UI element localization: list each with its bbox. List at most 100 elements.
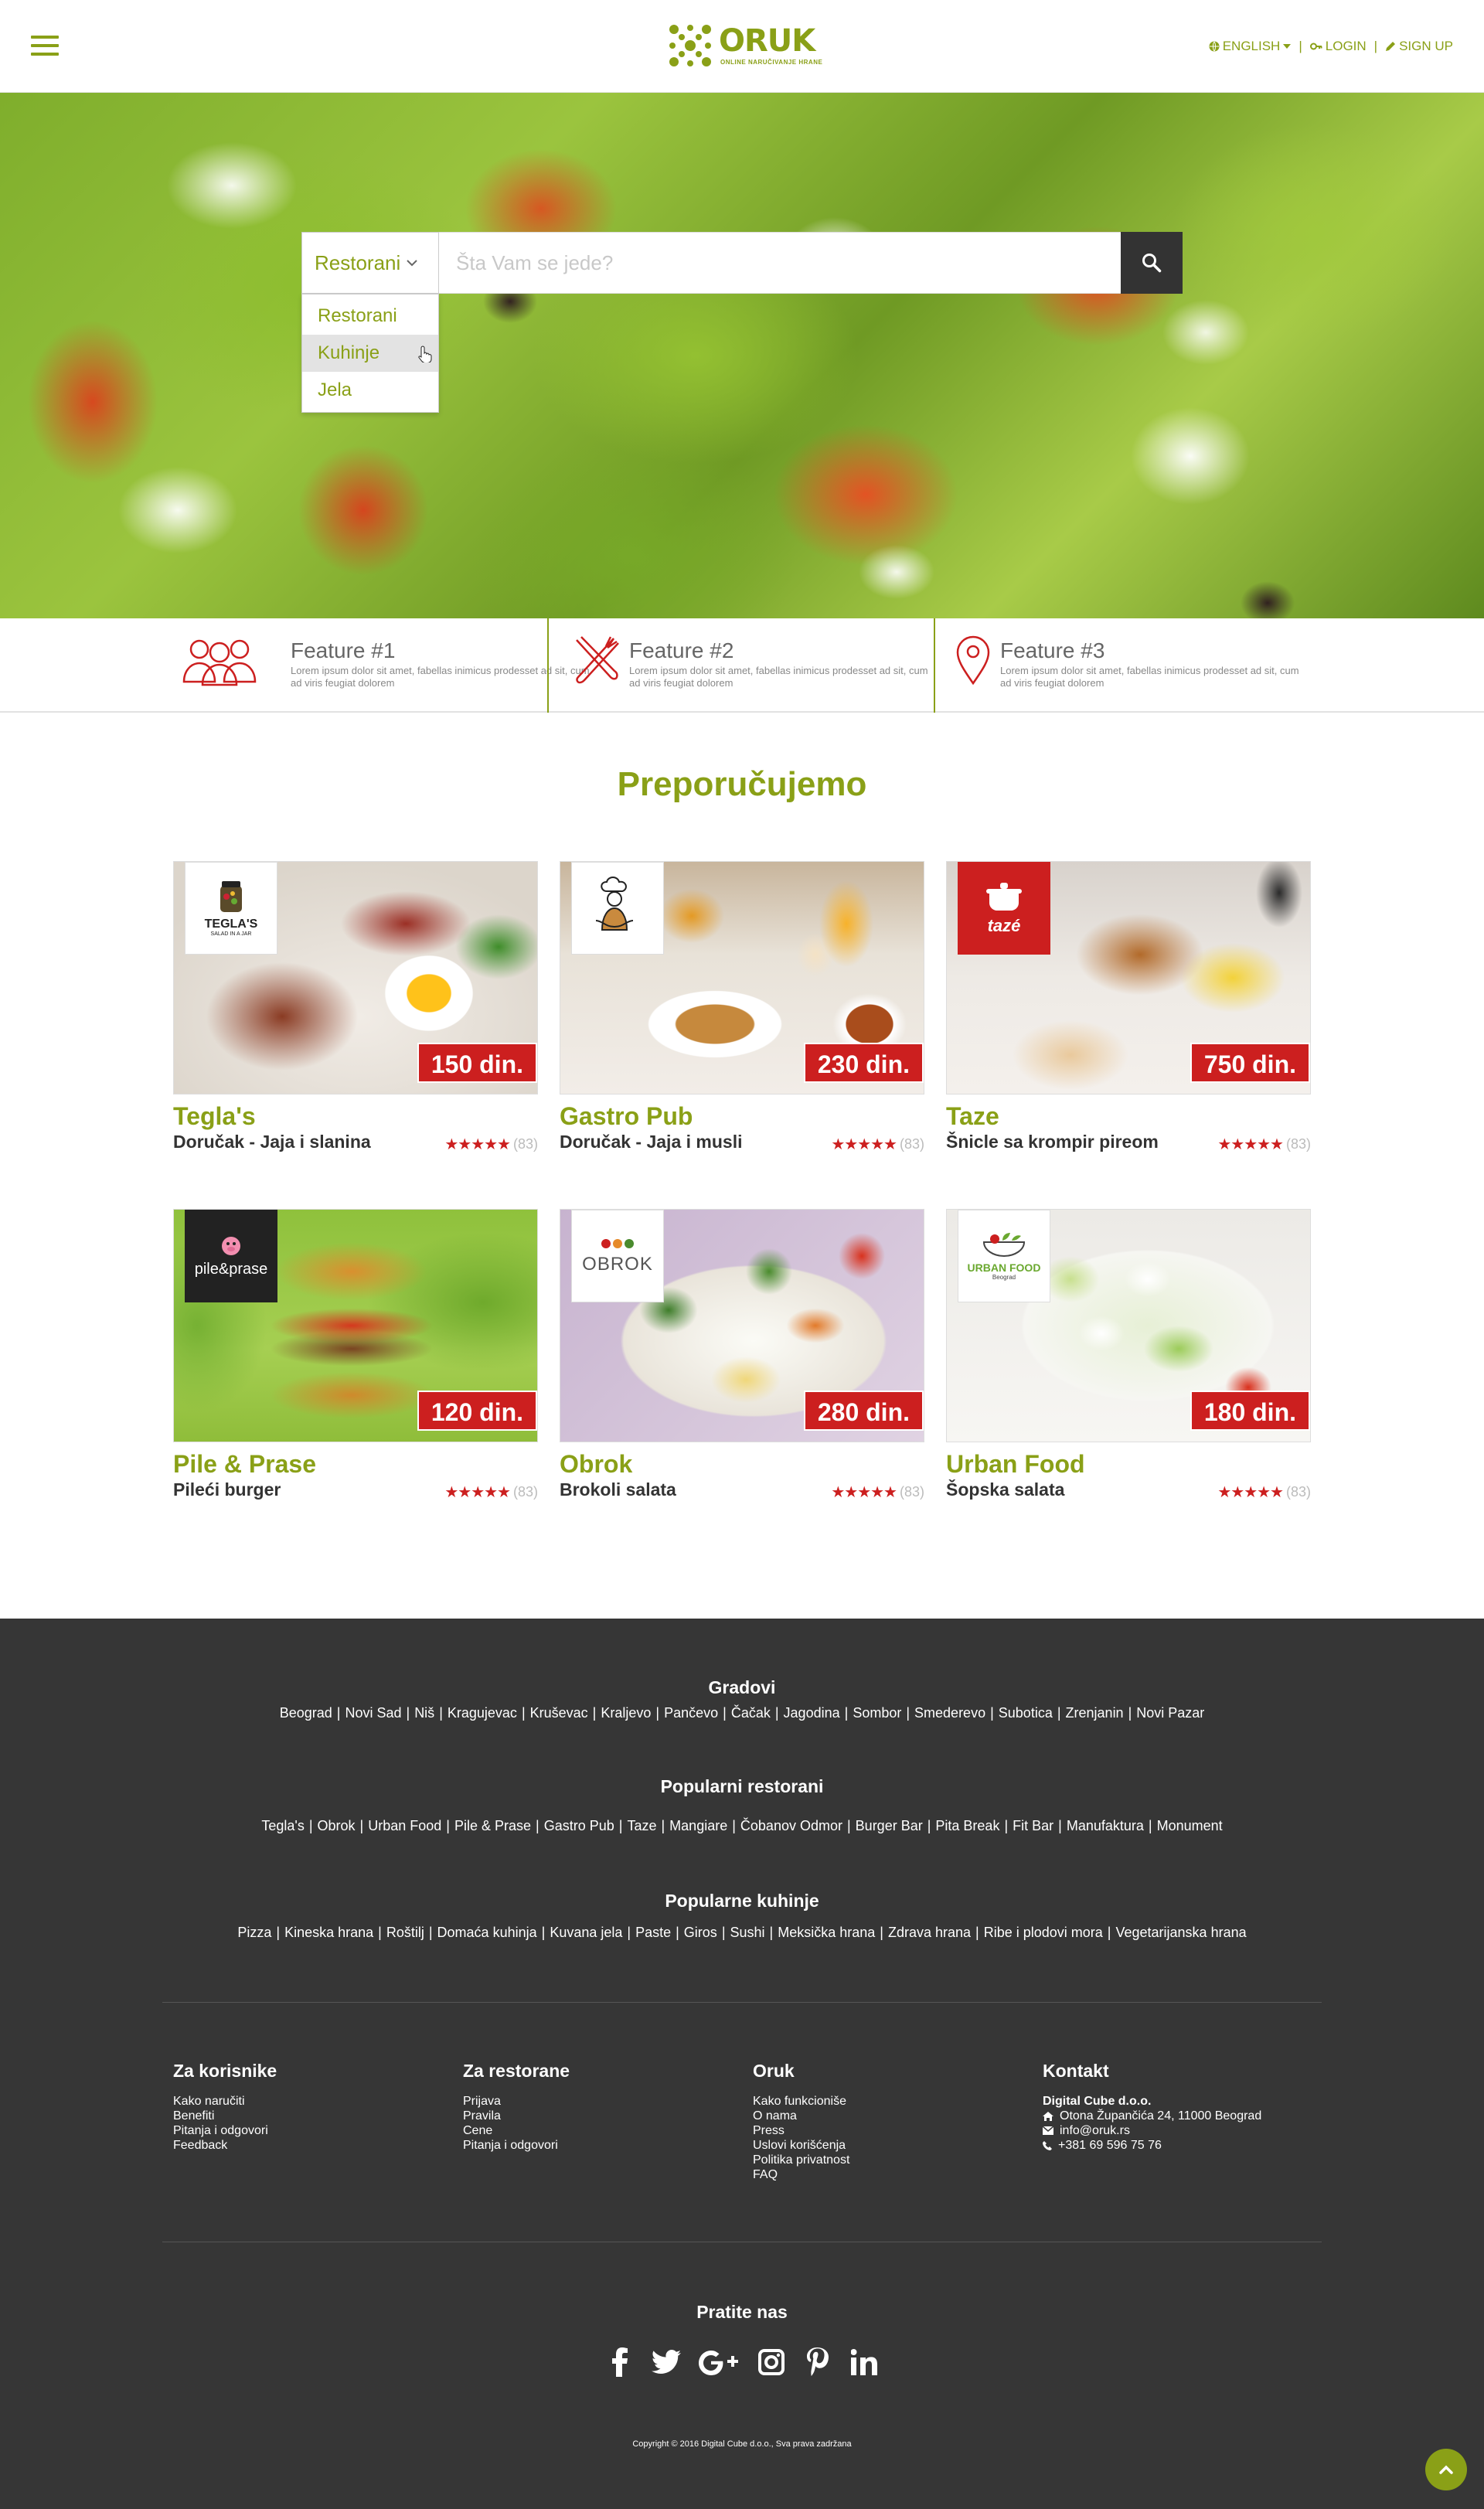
- city-link[interactable]: Sombor: [853, 1705, 901, 1721]
- restaurant-card-gastro-pub[interactable]: 230 din. Gastro Pub Doručak - Jaja i mus…: [560, 861, 924, 1163]
- cuisine-link[interactable]: Domaća kuhinja: [437, 1925, 537, 1940]
- footer-link[interactable]: Benefiti: [173, 2109, 277, 2123]
- cuisine-link[interactable]: Kuvana jela: [550, 1925, 622, 1940]
- restaurant-link[interactable]: Mangiare: [669, 1818, 727, 1833]
- footer-link[interactable]: Pravila: [463, 2109, 570, 2123]
- city-link[interactable]: Pančevo: [664, 1705, 718, 1721]
- oruk-logo[interactable]: ORUK ONLINE NARUČIVANJE HRANE: [666, 22, 822, 71]
- footer-link[interactable]: Cene: [463, 2123, 570, 2138]
- cuisine-link[interactable]: Pizza: [237, 1925, 271, 1940]
- dish-name: Doručak - Jaja i musli: [560, 1132, 743, 1152]
- restaurant-name[interactable]: Taze: [946, 1102, 999, 1131]
- contact-phone[interactable]: +381 69 596 75 76: [1043, 2138, 1261, 2153]
- food-photo-broccoli-salad[interactable]: OBROK 280 din.: [560, 1209, 924, 1442]
- search-input[interactable]: [439, 232, 1121, 294]
- restaurant-card-pile-prase[interactable]: pile&prase 120 din. Pile & Prase Pileći …: [173, 1209, 538, 1510]
- food-photo-muesli[interactable]: 230 din.: [560, 861, 924, 1094]
- city-link[interactable]: Niš: [414, 1705, 434, 1721]
- city-link[interactable]: Subotica: [999, 1705, 1053, 1721]
- restaurant-link[interactable]: Obrok: [318, 1818, 356, 1833]
- restaurant-link[interactable]: Fit Bar: [1013, 1818, 1053, 1833]
- footer-link[interactable]: Pitanja i odgovori: [173, 2123, 277, 2138]
- restaurant-card-urban-food[interactable]: URBAN FOOD Beograd 180 din. Urban Food Š…: [946, 1209, 1311, 1510]
- language-selector[interactable]: ENGLISH: [1209, 39, 1292, 54]
- feature-desc: Lorem ipsum dolor sit amet, fabellas ini…: [1000, 665, 1299, 689]
- footer-link[interactable]: FAQ: [753, 2167, 849, 2182]
- city-link[interactable]: Jagodina: [784, 1705, 840, 1721]
- city-link[interactable]: Beograd: [280, 1705, 332, 1721]
- restaurant-link[interactable]: Pile & Prase: [454, 1818, 531, 1833]
- city-link[interactable]: Kragujevac: [448, 1705, 517, 1721]
- contact-email-text: info@oruk.rs: [1060, 2124, 1130, 2137]
- instagram-icon[interactable]: [756, 2347, 787, 2378]
- restaurant-link[interactable]: Urban Food: [368, 1818, 441, 1833]
- restaurant-name[interactable]: Urban Food: [946, 1450, 1085, 1479]
- city-link[interactable]: Čačak: [731, 1705, 771, 1721]
- food-photo-bacon-eggs[interactable]: TEGLA'S SALAD IN A JAR 150 din.: [173, 861, 538, 1094]
- restaurant-card-teglas[interactable]: TEGLA'S SALAD IN A JAR 150 din. Tegla's …: [173, 861, 538, 1163]
- price-badge: 280 din.: [803, 1391, 924, 1431]
- signup-link[interactable]: SIGN UP: [1385, 39, 1453, 54]
- restaurant-link[interactable]: Tegla's: [261, 1818, 304, 1833]
- restaurant-link[interactable]: Monument: [1157, 1818, 1223, 1833]
- restaurant-name[interactable]: Obrok: [560, 1450, 632, 1479]
- cuisine-link[interactable]: Meksička hrana: [778, 1925, 875, 1940]
- restaurant-name[interactable]: Tegla's: [173, 1102, 256, 1131]
- restaurant-link[interactable]: Čobanov Odmor: [740, 1818, 842, 1833]
- search-button[interactable]: [1121, 232, 1183, 294]
- food-photo-schnitzel[interactable]: tazé 750 din.: [946, 861, 1311, 1094]
- food-photo-burger[interactable]: pile&prase 120 din.: [173, 1209, 538, 1442]
- cuisine-link[interactable]: Roštilj: [386, 1925, 424, 1940]
- dropdown-option-jela[interactable]: Jela: [302, 372, 438, 409]
- footer-link[interactable]: Politika privatnost: [753, 2153, 849, 2167]
- city-link[interactable]: Novi Sad: [345, 1705, 401, 1721]
- footer-link[interactable]: Uslovi korišćenja: [753, 2138, 849, 2153]
- restaurant-link[interactable]: Gastro Pub: [544, 1818, 614, 1833]
- dish-name: Pileći burger: [173, 1479, 281, 1500]
- footer-link[interactable]: Prijava: [463, 2094, 570, 2109]
- city-link[interactable]: Novi Pazar: [1136, 1705, 1204, 1721]
- linkedin-icon[interactable]: [849, 2347, 880, 2378]
- pinterest-icon[interactable]: [802, 2347, 833, 2378]
- restaurant-card-obrok[interactable]: OBROK 280 din. Obrok Brokoli salata ★★★★…: [560, 1209, 924, 1510]
- footer-link[interactable]: Press: [753, 2123, 849, 2138]
- login-link[interactable]: LOGIN: [1309, 39, 1367, 54]
- footer-link[interactable]: Pitanja i odgovori: [463, 2138, 570, 2153]
- restaurant-link[interactable]: Taze: [627, 1818, 656, 1833]
- footer-column-kontakt: Kontakt Digital Cube d.o.o. Otona Županč…: [1043, 2061, 1261, 2153]
- back-to-top-button[interactable]: [1425, 2449, 1467, 2490]
- cuisine-link[interactable]: Paste: [635, 1925, 671, 1940]
- google-plus-icon[interactable]: [697, 2347, 740, 2378]
- city-link[interactable]: Zrenjanin: [1066, 1705, 1124, 1721]
- cuisine-link[interactable]: Kineska hrana: [284, 1925, 373, 1940]
- restaurant-card-taze[interactable]: tazé 750 din. Taze Šnicle sa krompir pir…: [946, 861, 1311, 1163]
- restaurant-name[interactable]: Gastro Pub: [560, 1102, 693, 1131]
- restaurant-name[interactable]: Pile & Prase: [173, 1450, 316, 1479]
- restaurant-link[interactable]: Manufaktura: [1067, 1818, 1144, 1833]
- footer-link[interactable]: Feedback: [173, 2138, 277, 2153]
- footer-link[interactable]: Kako funkcioniše: [753, 2094, 849, 2109]
- cuisine-link[interactable]: Giros: [684, 1925, 717, 1940]
- restaurant-logo-text: TEGLA'S: [204, 917, 258, 931]
- cuisine-link[interactable]: Sushi: [730, 1925, 765, 1940]
- contact-email[interactable]: info@oruk.rs: [1043, 2123, 1261, 2138]
- city-link[interactable]: Kruševac: [530, 1705, 588, 1721]
- restaurant-link[interactable]: Burger Bar: [856, 1818, 923, 1833]
- food-photo-sopska-salad[interactable]: URBAN FOOD Beograd 180 din.: [946, 1209, 1311, 1442]
- city-link[interactable]: Smederevo: [914, 1705, 985, 1721]
- restaurant-link[interactable]: Pita Break: [935, 1818, 999, 1833]
- top-links: ENGLISH | LOGIN | SIGN UP: [1209, 39, 1453, 54]
- cuisine-link[interactable]: Zdrava hrana: [888, 1925, 971, 1940]
- hamburger-menu-icon[interactable]: [31, 36, 59, 57]
- twitter-icon[interactable]: [651, 2347, 682, 2378]
- footer-link[interactable]: Kako naručiti: [173, 2094, 277, 2109]
- dropdown-option-kuhinje[interactable]: Kuhinje: [302, 335, 438, 372]
- footer-link[interactable]: O nama: [753, 2109, 849, 2123]
- link-separator: |: [732, 1818, 736, 1833]
- cuisine-link[interactable]: Ribe i plodovi mora: [984, 1925, 1103, 1940]
- city-link[interactable]: Kraljevo: [601, 1705, 651, 1721]
- search-category-select[interactable]: Restorani: [301, 232, 439, 294]
- facebook-icon[interactable]: [604, 2347, 635, 2378]
- cuisine-link[interactable]: Vegetarijanska hrana: [1115, 1925, 1246, 1940]
- dropdown-option-restorani[interactable]: Restorani: [302, 298, 438, 335]
